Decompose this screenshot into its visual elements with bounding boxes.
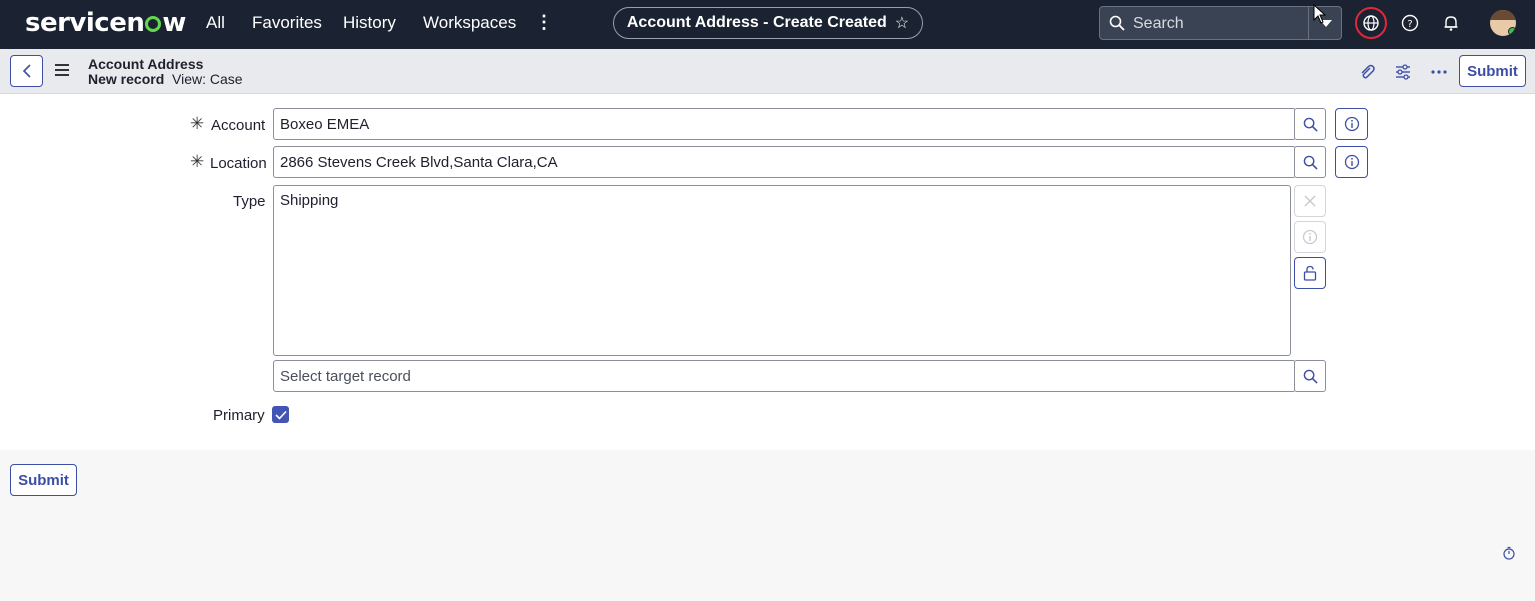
info-icon <box>1344 154 1359 170</box>
primary-checkbox[interactable] <box>272 406 289 423</box>
checkmark-icon <box>274 410 287 420</box>
info-icon <box>1302 229 1318 245</box>
primary-label: Primary <box>213 407 265 424</box>
submit-button-bottom[interactable]: Submit <box>10 464 77 496</box>
hamburger-menu-icon[interactable] <box>55 64 69 79</box>
view-label: View: Case <box>172 71 243 87</box>
record-state: New record <box>88 71 165 87</box>
record-form: ✳ Account Boxeo EMEA ✳ Location 2866 Ste… <box>0 94 1535 450</box>
nav-history[interactable]: History <box>343 13 396 33</box>
location-info-button[interactable] <box>1335 146 1368 178</box>
target-record-lookup-button[interactable] <box>1294 360 1326 392</box>
svg-text:?: ? <box>1407 19 1412 30</box>
unlock-type-button[interactable] <box>1294 257 1326 289</box>
back-button[interactable] <box>10 55 43 87</box>
paperclip-attachment-icon[interactable] <box>1358 63 1376 81</box>
lock-icon <box>1303 265 1317 281</box>
record-subtitle: New record View: Case <box>88 71 243 87</box>
chevron-left-icon <box>22 64 31 78</box>
search-icon <box>1303 369 1318 384</box>
globe-icon[interactable] <box>1355 7 1387 39</box>
location-field[interactable]: 2866 Stevens Creek Blvd,Santa Clara,CA <box>273 146 1296 178</box>
page-title-pill[interactable]: Account Address - Create Created ☆ <box>613 7 923 39</box>
remove-type-button[interactable] <box>1294 185 1326 217</box>
account-info-button[interactable] <box>1335 108 1368 140</box>
account-field[interactable]: Boxeo EMEA <box>273 108 1296 140</box>
user-avatar[interactable] <box>1490 10 1516 36</box>
top-navigation-bar: servicen w All Favorites History Workspac… <box>0 0 1535 49</box>
logo-text-end: w <box>162 8 186 38</box>
servicenow-logo[interactable]: servicen w <box>25 8 186 38</box>
search-input[interactable]: Search <box>1133 15 1184 33</box>
account-label: Account <box>211 117 266 134</box>
close-icon <box>1304 195 1316 207</box>
nav-all[interactable]: All <box>206 13 225 33</box>
type-label: Type <box>233 193 266 210</box>
select-target-record-input[interactable]: Select target record <box>273 360 1296 392</box>
search-icon <box>1303 155 1318 170</box>
required-asterisk-icon: ✳ <box>190 152 205 171</box>
personalize-form-sliders-icon[interactable] <box>1394 63 1412 81</box>
form-header: Account Address New record View: Case Su… <box>0 49 1535 94</box>
location-label: Location <box>210 155 267 172</box>
favorite-star-icon[interactable]: ☆ <box>895 13 909 33</box>
location-lookup-button[interactable] <box>1294 146 1326 178</box>
account-lookup-button[interactable] <box>1294 108 1326 140</box>
help-icon[interactable]: ? <box>1400 13 1420 33</box>
notifications-bell-icon[interactable] <box>1441 13 1461 33</box>
nav-workspaces[interactable]: Workspaces <box>423 13 516 33</box>
mouse-cursor-icon <box>1313 4 1327 24</box>
search-icon <box>1109 15 1125 31</box>
search-icon <box>1303 117 1318 132</box>
type-info-button[interactable] <box>1294 221 1326 253</box>
info-icon <box>1344 116 1359 132</box>
record-table-name: Account Address <box>88 56 204 72</box>
more-options-ellipsis-icon[interactable] <box>1430 63 1448 81</box>
type-list-field[interactable]: Shipping <box>273 185 1291 356</box>
response-timer-icon[interactable] <box>1502 546 1516 560</box>
submit-button-top[interactable]: Submit <box>1459 55 1526 87</box>
more-menu-icon[interactable]: ⋮ <box>535 12 553 33</box>
online-status-dot <box>1508 27 1516 36</box>
logo-text: servicen <box>25 8 145 38</box>
nav-favorites[interactable]: Favorites <box>252 13 322 33</box>
logo-o-ring <box>145 16 162 32</box>
page-title: Account Address - Create Created <box>626 14 887 31</box>
global-search[interactable]: Search <box>1099 6 1342 40</box>
required-asterisk-icon: ✳ <box>190 114 205 133</box>
type-value[interactable]: Shipping <box>280 192 338 209</box>
